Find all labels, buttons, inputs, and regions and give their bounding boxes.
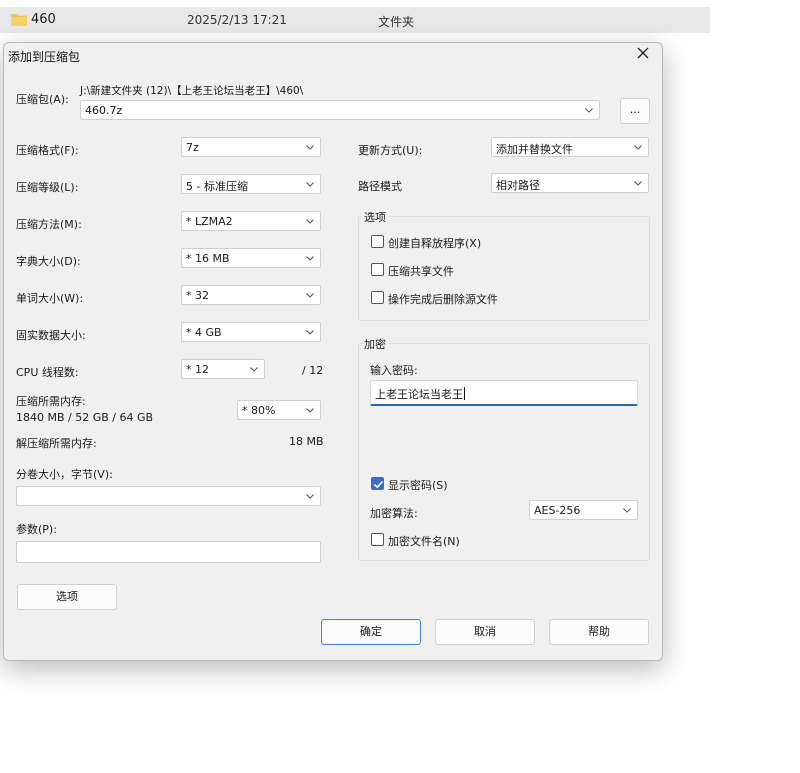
dict-label: 字典大小(D): (16, 255, 81, 268)
mem-label: 压缩所需内存: (16, 395, 86, 408)
method-combo[interactable]: * LZMA2 (181, 211, 321, 231)
browse-button[interactable]: ... (620, 98, 650, 124)
word-value: * 32 (186, 289, 209, 302)
folder-icon (11, 14, 27, 26)
archive-name-combo[interactable]: 460.7z (80, 100, 600, 120)
add-to-archive-dialog: 添加到压缩包 压缩包(A): J:\新建文件夹 (12)\【上老王论坛当老王】\… (3, 42, 663, 661)
chevron-down-icon (306, 330, 314, 335)
checkbox-box (371, 533, 384, 546)
chevron-down-icon (623, 508, 631, 513)
chevron-down-icon (306, 145, 314, 150)
word-label: 单词大小(W): (16, 292, 84, 305)
threads-label: CPU 线程数: (16, 366, 79, 379)
method-label: 压缩方法(M): (16, 218, 82, 231)
chevron-down-icon (306, 219, 314, 224)
update-label: 更新方式(U): (358, 144, 423, 157)
checkbox-box (371, 263, 384, 276)
algo-combo[interactable]: AES-256 (529, 500, 638, 520)
algo-label: 加密算法: (370, 507, 418, 520)
file-type: 文件夹 (378, 15, 415, 29)
threads-combo[interactable]: * 12 (181, 359, 265, 379)
delete-after-label: 操作完成后删除源文件 (388, 293, 498, 306)
shared-files-checkbox[interactable]: 压缩共享文件 (371, 263, 571, 279)
solid-combo[interactable]: * 4 GB (181, 322, 321, 342)
password-label: 输入密码: (370, 364, 418, 377)
archive-label: 压缩包(A): (16, 93, 69, 106)
show-password-label: 显示密码(S) (388, 479, 448, 492)
update-value: 添加并替换文件 (496, 143, 573, 156)
delete-after-checkbox[interactable]: 操作完成后删除源文件 (371, 291, 571, 307)
format-combo[interactable]: 7z (181, 137, 321, 157)
shared-files-label: 压缩共享文件 (388, 265, 454, 278)
chevron-down-icon (634, 145, 642, 150)
level-combo[interactable]: 5 - 标准压缩 (181, 174, 321, 194)
volume-combo[interactable] (16, 486, 321, 506)
chevron-down-icon (306, 293, 314, 298)
encrypt-names-checkbox[interactable]: 加密文件名(N) (371, 533, 521, 549)
chevron-down-icon (306, 494, 314, 499)
close-button[interactable] (632, 46, 654, 66)
threads-value: * 12 (186, 363, 209, 376)
file-modified: 2025/2/13 17:21 (187, 13, 287, 27)
file-name: 460 (31, 12, 56, 27)
options-group-title: 选项 (362, 209, 388, 225)
chevron-down-icon (634, 181, 642, 186)
password-value: 上老王论坛当老王 (375, 388, 463, 401)
chevron-down-icon (250, 367, 258, 372)
path-mode-label: 路径模式 (358, 180, 402, 193)
show-password-checkbox[interactable]: 显示密码(S) (371, 477, 521, 493)
params-label: 参数(P): (16, 523, 57, 536)
checkbox-box (371, 291, 384, 304)
decomp-label: 解压缩所需内存: (16, 437, 97, 450)
password-input[interactable]: 上老王论坛当老王 (370, 380, 638, 406)
decomp-value: 18 MB (289, 435, 324, 448)
path-mode-value: 相对路径 (496, 179, 540, 192)
file-list-row[interactable]: 460 2025/2/13 17:21 文件夹 (0, 7, 710, 33)
chevron-down-icon (306, 256, 314, 261)
level-value: 5 - 标准压缩 (186, 180, 248, 193)
dialog-title: 添加到压缩包 (8, 50, 81, 64)
mem-percent-combo[interactable]: * 80% (237, 400, 321, 420)
solid-value: * 4 GB (186, 326, 222, 339)
format-value: 7z (186, 141, 199, 154)
options-button[interactable]: 选项 (17, 584, 117, 610)
params-input[interactable] (16, 541, 321, 563)
close-icon (637, 47, 649, 59)
checkbox-box (371, 235, 384, 248)
encrypt-names-label: 加密文件名(N) (388, 535, 460, 548)
format-label: 压缩格式(F): (16, 144, 79, 157)
chevron-down-icon (306, 182, 314, 187)
mem-percent-value: * 80% (242, 404, 276, 417)
archive-name-value: 460.7z (85, 104, 123, 117)
sfx-label: 创建自释放程序(X) (388, 237, 482, 250)
sfx-checkbox[interactable]: 创建自释放程序(X) (371, 235, 571, 251)
word-combo[interactable]: * 32 (181, 285, 321, 305)
solid-label: 固实数据大小: (16, 329, 86, 342)
checkmark-icon (373, 480, 384, 489)
help-button[interactable]: 帮助 (549, 619, 649, 645)
chevron-down-icon (306, 408, 314, 413)
checkbox-checked (371, 477, 384, 490)
path-mode-combo[interactable]: 相对路径 (491, 173, 649, 193)
text-caret (464, 387, 465, 400)
dict-combo[interactable]: * 16 MB (181, 248, 321, 268)
volume-label: 分卷大小，字节(V): (16, 468, 113, 481)
threads-total: / 12 (302, 364, 324, 377)
algo-value: AES-256 (534, 504, 581, 517)
encryption-group-title: 加密 (362, 336, 388, 352)
dict-value: * 16 MB (186, 252, 230, 265)
update-combo[interactable]: 添加并替换文件 (491, 137, 649, 157)
archive-path: J:\新建文件夹 (12)\【上老王论坛当老王】\460\ (80, 85, 304, 97)
ok-button[interactable]: 确定 (321, 619, 421, 645)
method-value: * LZMA2 (186, 215, 233, 228)
cancel-button[interactable]: 取消 (435, 619, 535, 645)
level-label: 压缩等级(L): (16, 181, 79, 194)
chevron-down-icon (585, 108, 593, 113)
mem-values: 1840 MB / 52 GB / 64 GB (16, 411, 154, 424)
